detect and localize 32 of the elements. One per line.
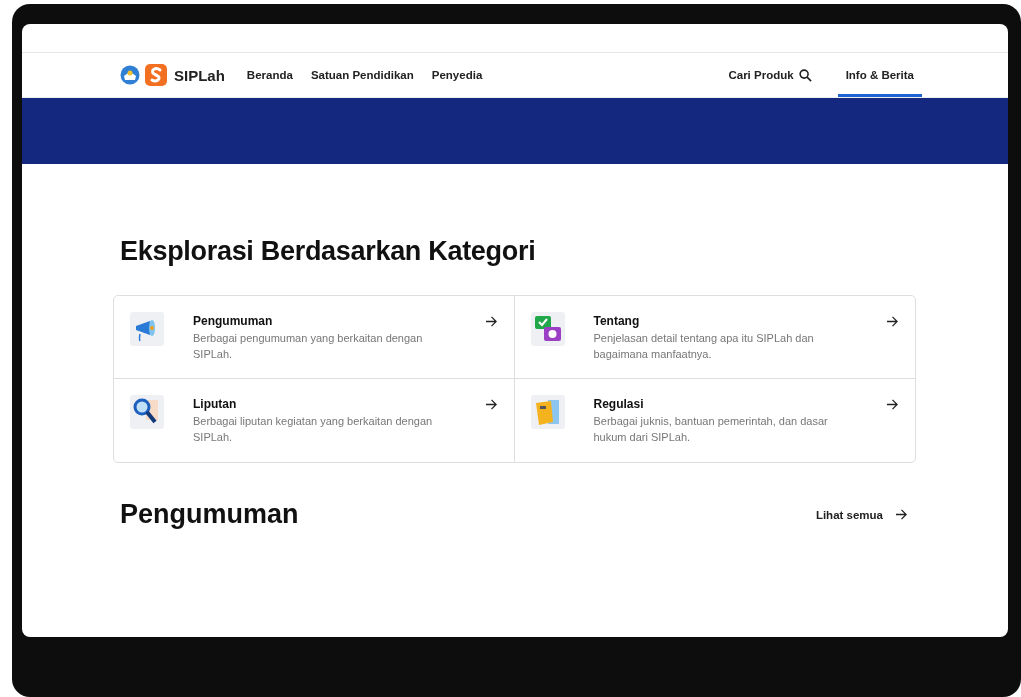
category-title: Pengumuman [193, 314, 274, 328]
arrow-right-icon [484, 316, 498, 327]
arrow-right-icon [895, 509, 908, 520]
nav-link[interactable]: Penyedia [431, 53, 483, 97]
chat-bubbles-icon [530, 312, 565, 346]
nav-link[interactable]: Beranda [246, 53, 293, 97]
search-icon [798, 68, 812, 82]
brand-name: SIPLah [174, 66, 225, 84]
category-description: Berbagai juknis, bantuan pemerintah, dan dasar hukum dari SIPLah. [593, 414, 829, 445]
category-card[interactable]: Regulasi Berbagai juknis, bantuan pemerintah, dan dasar hukum dari SIPLah. [514, 379, 915, 462]
category-card[interactable]: Pengumuman Berbagai pengumuman yang berkaitan dengan SIPLah. [114, 296, 515, 379]
arrow-right-icon [886, 399, 899, 410]
logo-icon [145, 64, 167, 86]
section-heading: Pengumuman [120, 499, 299, 530]
emblem-icon [120, 65, 140, 85]
category-card[interactable]: Liputan Berbagai liputan kegiatan yang berkaitan dengan SIPLah. [114, 379, 515, 462]
category-title: Regulasi [593, 397, 645, 411]
category-description: Berbagai liputan kegiatan yang berkaitan dengan SIPLah. [193, 414, 434, 445]
category-title: Liputan [193, 397, 238, 411]
magnifier-icon [130, 395, 164, 429]
folder-icon [530, 395, 565, 429]
nav-link[interactable]: Satuan Pendidikan [310, 53, 414, 97]
category-description: Penjelasan detail tentang apa itu SIPLah dan bagaimana manfaatnya. [593, 331, 815, 362]
nav-link[interactable]: Cari Produk [720, 53, 820, 97]
category-card[interactable]: Tentang Penjelasan detail tentang apa itu SIPLah dan bagaimana manfaatnya. [514, 296, 915, 379]
arrow-right-icon [484, 399, 498, 410]
arrow-right-icon [886, 316, 899, 327]
see-all-link[interactable]: Lihat semua [815, 508, 908, 521]
category-description: Berbagai pengumuman yang berkaitan dengan SIPLah. [193, 331, 424, 362]
megaphone-icon [130, 312, 164, 346]
section-heading: Eksplorasi Berdasarkan Kategori [120, 236, 537, 267]
category-title: Tentang [593, 314, 641, 328]
